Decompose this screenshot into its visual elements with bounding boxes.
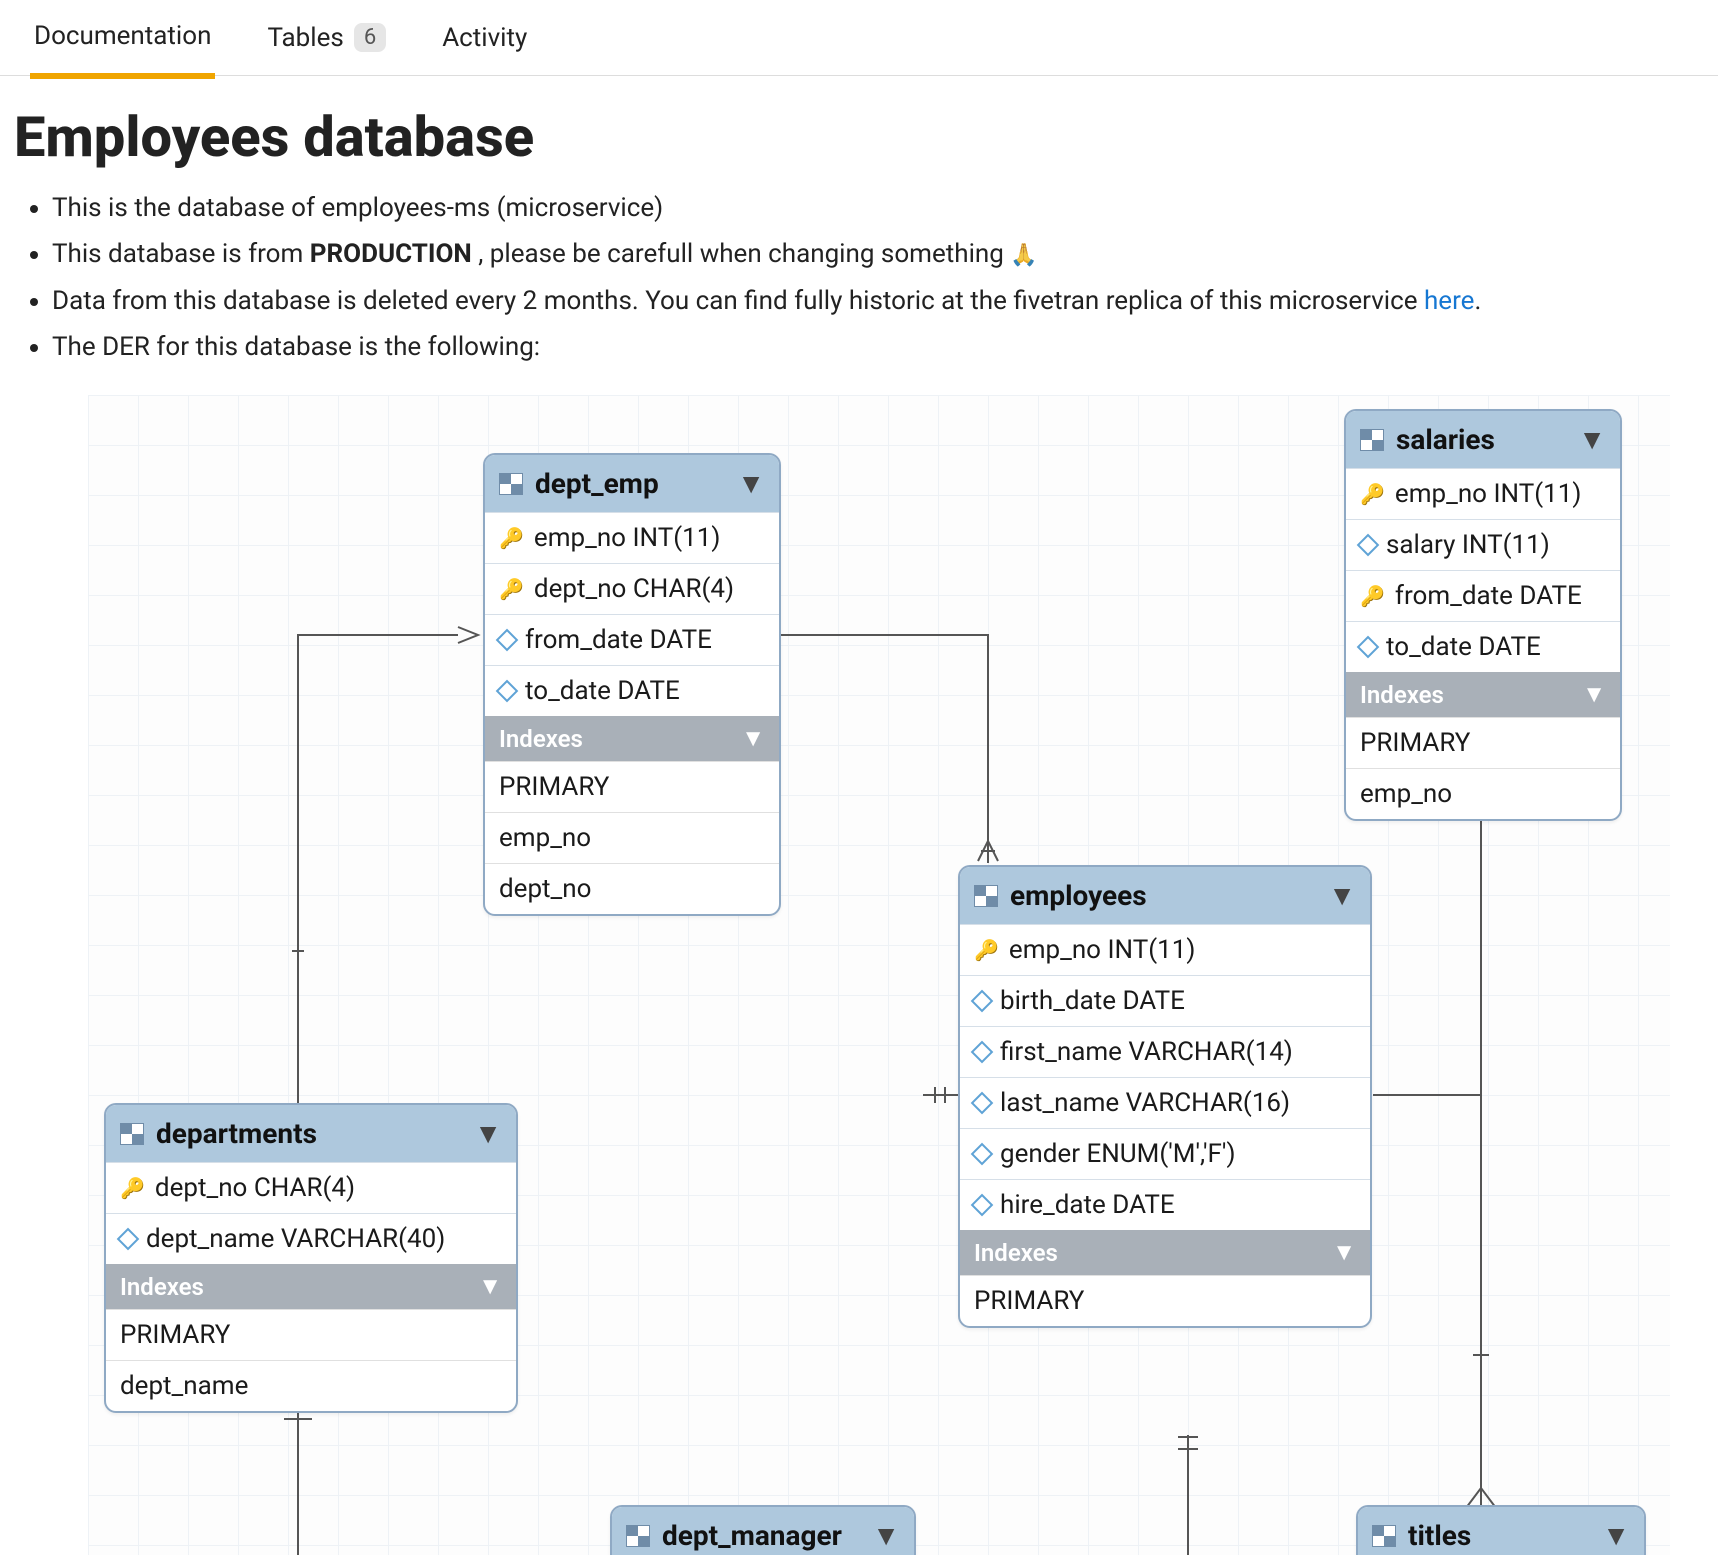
bullet: This database is from PRODUCTION , pleas… [52,234,1704,274]
column-row: hire_date DATE [960,1179,1370,1230]
diamond-icon [496,629,519,652]
chevron-down-icon: ▼ [478,1272,502,1301]
index-row: PRIMARY [1346,717,1620,768]
column-row: to_date DATE [1346,621,1620,672]
column-row: 🔑from_date DATE [1346,570,1620,621]
index-row: emp_no [485,812,779,863]
bullet: Data from this database is deleted every… [52,281,1704,321]
chevron-down-icon: ▼ [1578,423,1606,456]
chevron-down-icon: ▼ [1328,879,1356,912]
bullet: This is the database of employees-ms (mi… [52,188,1704,228]
diamond-icon [971,990,994,1013]
table-icon [120,1123,144,1145]
diamond-icon [117,1228,140,1251]
chevron-down-icon: ▼ [872,1519,900,1552]
indexes-header[interactable]: Indexes▼ [960,1230,1370,1275]
table-icon [974,885,998,907]
indexes-header[interactable]: Indexes▼ [1346,672,1620,717]
index-row: emp_no [1346,768,1620,819]
table-icon [499,473,523,495]
index-row: dept_no [485,863,779,914]
index-row: PRIMARY [960,1275,1370,1326]
column-row: last_name VARCHAR(16) [960,1077,1370,1128]
entity-header[interactable]: departments ▼ [106,1105,516,1162]
entity-header[interactable]: titles ▼ [1358,1507,1644,1555]
diamond-icon [971,1194,994,1217]
diamond-icon [1357,534,1380,557]
entity-employees[interactable]: employees ▼ 🔑emp_no INT(11) birth_date D… [958,865,1372,1328]
entity-header[interactable]: salaries ▼ [1346,411,1620,468]
column-row: to_date DATE [485,665,779,716]
tables-count-badge: 6 [354,23,386,52]
chevron-down-icon: ▼ [737,467,765,500]
key-icon: 🔑 [120,1176,145,1200]
entity-titles[interactable]: titles ▼ [1356,1505,1646,1555]
diamond-icon [971,1143,994,1166]
tab-label: Documentation [34,21,211,51]
column-row: 🔑emp_no INT(11) [960,924,1370,975]
column-row: 🔑dept_no CHAR(4) [485,563,779,614]
er-diagram: dept_emp ▼ 🔑emp_no INT(11) 🔑dept_no CHAR… [88,395,1670,1555]
entity-header[interactable]: dept_emp ▼ [485,455,779,512]
tab-tables[interactable]: Tables 6 [263,1,390,75]
entity-header[interactable]: dept_manager ▼ [612,1507,914,1555]
tab-bar: Documentation Tables 6 Activity [0,0,1718,76]
diamond-icon [496,680,519,703]
column-row: first_name VARCHAR(14) [960,1026,1370,1077]
diamond-icon [971,1092,994,1115]
pray-icon: 🙏 [1010,243,1037,268]
index-row: PRIMARY [106,1309,516,1360]
diamond-icon [1357,636,1380,659]
chevron-down-icon: ▼ [474,1117,502,1150]
tab-documentation[interactable]: Documentation [30,0,215,79]
diamond-icon [971,1041,994,1064]
table-icon [1360,429,1384,451]
column-row: 🔑emp_no INT(11) [485,512,779,563]
entity-header[interactable]: employees ▼ [960,867,1370,924]
table-icon [1372,1525,1396,1547]
index-row: PRIMARY [485,761,779,812]
here-link[interactable]: here [1424,286,1474,316]
column-row: salary INT(11) [1346,519,1620,570]
indexes-header[interactable]: Indexes▼ [106,1264,516,1309]
page-title: Employees database [0,76,1718,188]
key-icon: 🔑 [499,577,524,601]
key-icon: 🔑 [1360,584,1385,608]
table-icon [626,1525,650,1547]
tab-activity[interactable]: Activity [438,1,531,75]
tab-label: Tables [267,23,343,53]
entity-salaries[interactable]: salaries ▼ 🔑emp_no INT(11) salary INT(11… [1344,409,1622,821]
column-row: 🔑emp_no INT(11) [1346,468,1620,519]
column-row: gender ENUM('M','F') [960,1128,1370,1179]
tab-label: Activity [442,23,527,53]
entity-dept-emp[interactable]: dept_emp ▼ 🔑emp_no INT(11) 🔑dept_no CHAR… [483,453,781,916]
entity-departments[interactable]: departments ▼ 🔑dept_no CHAR(4) dept_name… [104,1103,518,1413]
index-row: dept_name [106,1360,516,1411]
key-icon: 🔑 [499,526,524,550]
key-icon: 🔑 [974,938,999,962]
bullet: The DER for this database is the followi… [52,327,1704,367]
entity-dept-manager[interactable]: dept_manager ▼ [610,1505,916,1555]
chevron-down-icon: ▼ [1582,680,1606,709]
description-list: This is the database of employees-ms (mi… [0,188,1718,381]
key-icon: 🔑 [1360,482,1385,506]
indexes-header[interactable]: Indexes▼ [485,716,779,761]
column-row: dept_name VARCHAR(40) [106,1213,516,1264]
column-row: 🔑dept_no CHAR(4) [106,1162,516,1213]
column-row: birth_date DATE [960,975,1370,1026]
chevron-down-icon: ▼ [1332,1238,1356,1267]
column-row: from_date DATE [485,614,779,665]
chevron-down-icon: ▼ [741,724,765,753]
chevron-down-icon: ▼ [1602,1519,1630,1552]
